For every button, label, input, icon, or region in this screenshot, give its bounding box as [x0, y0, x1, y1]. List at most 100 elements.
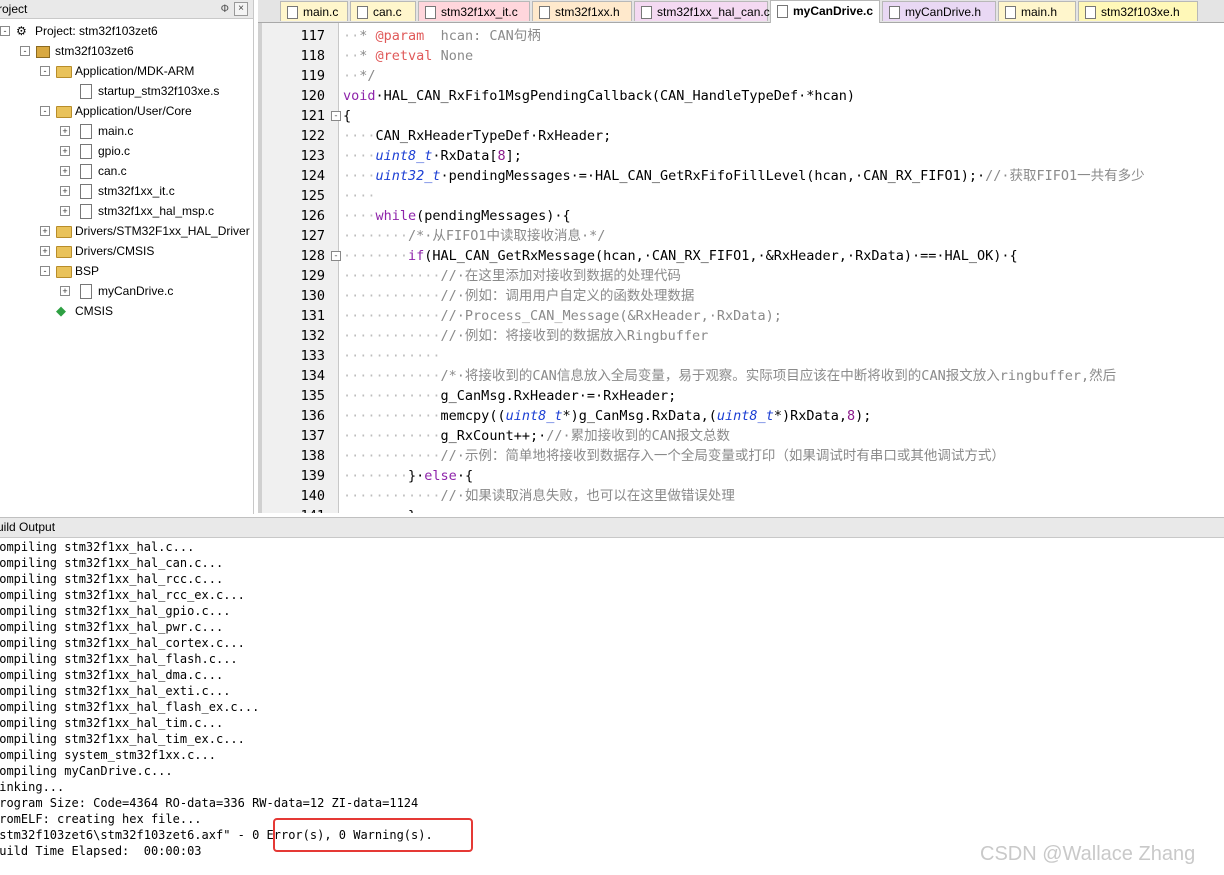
code-text: ············g_RxCount++;·//·累加接收到的CAN报文总… [343, 426, 730, 446]
build-output-line: compiling stm32f1xx_hal_pwr.c... [0, 620, 224, 634]
tree-item[interactable]: + Drivers/STM32F1xx_HAL_Driver [40, 221, 253, 241]
code-editor[interactable]: 117 ··* @param hcan: CAN句柄 118 ··* @retval … [258, 23, 1224, 513]
code-token: g_RxCount++;· [440, 428, 547, 444]
tree-item[interactable]: - stm32f103zet6 [20, 41, 253, 61]
code-text: ····uint32_t·pendingMessages·=·HAL_CAN_G… [343, 166, 1145, 186]
build-output-line: compiling stm32f1xx_hal_rcc.c... [0, 572, 224, 586]
code-token: ············ [343, 328, 441, 344]
tree-item[interactable]: - Application/MDK-ARM [40, 61, 253, 81]
code-token: ········ [343, 468, 409, 484]
expand-icon[interactable]: + [60, 206, 70, 216]
tree-item[interactable]: ◆ CMSIS [40, 301, 253, 321]
collapse-icon[interactable]: - [20, 46, 30, 56]
code-text: ········} [343, 506, 416, 513]
tree-item-label: CMSIS [75, 304, 114, 318]
file-icon [889, 6, 900, 19]
tree-item[interactable]: - Application/User/Core [40, 101, 253, 121]
tree-item[interactable]: + stm32f1xx_hal_msp.c [60, 201, 253, 221]
line-number: 117 [300, 28, 325, 44]
line-number: 128 [300, 248, 325, 264]
tab-stm32f1xx-h[interactable]: stm32f1xx.h [532, 1, 632, 21]
code-text: ··*/ [343, 66, 376, 86]
tree-item-label: Project: stm32f103zet6 [35, 24, 158, 38]
expand-icon[interactable]: + [60, 146, 70, 156]
code-token: //·累加接收到的CAN报文总数 [546, 428, 730, 444]
tree-item[interactable]: + Drivers/CMSIS [40, 241, 253, 261]
code-token: ···· [343, 128, 376, 144]
code-token: ]; [505, 148, 522, 164]
code-token: ); [855, 408, 872, 424]
build-output-line: compiling stm32f1xx_hal_flash.c... [0, 652, 238, 666]
folder-icon [56, 66, 72, 78]
code-line: 120 void·HAL_CAN_RxFifo1MsgPendingCallbac… [258, 86, 1224, 106]
build-output-line: FromELF: creating hex file... [0, 812, 202, 826]
tree-item-label: Application/MDK-ARM [75, 64, 195, 78]
tree-item[interactable]: + can.c [60, 161, 253, 181]
build-output-panel[interactable]: compiling stm32f1xx_hal.c... compiling st… [0, 538, 1224, 875]
expand-icon[interactable]: + [60, 286, 70, 296]
line-number: 121 [300, 108, 325, 124]
build-output-line: compiling myCanDrive.c... [0, 764, 173, 778]
file-icon [777, 5, 788, 18]
code-token: ·HAL_CAN_RxFifo1MsgPendingCallback(CAN_H… [375, 88, 856, 104]
collapse-icon[interactable]: - [40, 106, 50, 116]
fold-icon[interactable]: - [331, 251, 341, 261]
code-token: ·· [343, 28, 360, 44]
code-text: ············//·Process_CAN_Message(&RxHe… [343, 306, 782, 326]
line-number: 130 [300, 288, 325, 304]
code-line: 134 ············/*·将接收到的CAN信息放入全局变量，易于观察。… [258, 366, 1224, 386]
pin-icon[interactable]: Ф [221, 0, 229, 18]
expand-icon[interactable]: + [40, 226, 50, 236]
tree-item[interactable]: + main.c [60, 121, 253, 141]
file-icon [1085, 6, 1096, 19]
collapse-icon[interactable]: - [40, 266, 50, 276]
build-output-line: compiling stm32f1xx_hal_cortex.c... [0, 636, 245, 650]
code-line: 129 ············//·在这里添加对接收到数据的处理代码 [258, 266, 1224, 286]
tab-stm32f1xx-hal-can-c[interactable]: stm32f1xx_hal_can.c [634, 1, 770, 21]
line-number: 141 [280, 506, 325, 513]
code-token: while [375, 208, 417, 224]
tree-item-label: Drivers/CMSIS [75, 244, 155, 258]
fold-icon[interactable]: - [331, 111, 341, 121]
tree-item[interactable]: + stm32f1xx_it.c [60, 181, 253, 201]
tab-mycandrive-c[interactable]: myCanDrive.c [770, 0, 880, 23]
code-token: *)g_CanMsg.RxData,( [562, 408, 717, 424]
tab-stm32f1xx-it-c[interactable]: stm32f1xx_it.c [418, 1, 530, 21]
file-icon [80, 164, 92, 179]
expand-icon[interactable]: + [60, 186, 70, 196]
code-token: (pendingMessages)·{ [416, 208, 571, 224]
tree-item[interactable]: - BSP [40, 261, 253, 281]
tab-label: myCanDrive.c [793, 4, 874, 18]
folder-icon [56, 266, 72, 278]
tab-stm32f103xe-h[interactable]: stm32f103xe.h [1078, 1, 1198, 21]
tree-item[interactable]: startup_stm32f103xe.s [60, 81, 253, 101]
tree-item[interactable]: + myCanDrive.c [60, 281, 253, 301]
tree-item[interactable]: - ⚙ Project: stm32f103zet6 [0, 21, 253, 41]
collapse-icon[interactable]: - [40, 66, 50, 76]
tree-item-label: stm32f1xx_hal_msp.c [98, 204, 215, 218]
tab-can-c[interactable]: can.c [350, 1, 416, 21]
code-token: ········ [343, 228, 409, 244]
tab-main-h[interactable]: main.h [998, 1, 1076, 21]
code-token: }· [408, 468, 425, 484]
code-token: //·Process_CAN_Message(&RxHeader,·RxData… [440, 308, 782, 324]
file-icon [80, 124, 92, 139]
tree-item-label: Drivers/STM32F1xx_HAL_Driver [75, 224, 250, 238]
code-line: 126 ····while(pendingMessages)·{ [258, 206, 1224, 226]
expand-icon[interactable]: + [60, 166, 70, 176]
code-line: 128- ········if(HAL_CAN_GetRxMessage(hcan… [258, 246, 1224, 266]
line-number: 124 [300, 168, 325, 184]
code-line: 121-{ [258, 106, 1224, 126]
close-icon[interactable]: × [234, 2, 248, 16]
tab-main-c[interactable]: main.c [280, 1, 348, 21]
tree-item-label: stm32f1xx_it.c [98, 184, 175, 198]
code-token: { [343, 108, 352, 124]
code-line: 133 ············ [258, 346, 1224, 366]
tab-label: stm32f1xx_it.c [441, 5, 518, 19]
tree-item[interactable]: + gpio.c [60, 141, 253, 161]
tab-mycandrive-h[interactable]: myCanDrive.h [882, 1, 996, 21]
code-token: //·例如：将接收到的数据放入Ringbuffer [440, 328, 709, 344]
collapse-icon[interactable]: - [0, 26, 10, 36]
expand-icon[interactable]: + [60, 126, 70, 136]
expand-icon[interactable]: + [40, 246, 50, 256]
